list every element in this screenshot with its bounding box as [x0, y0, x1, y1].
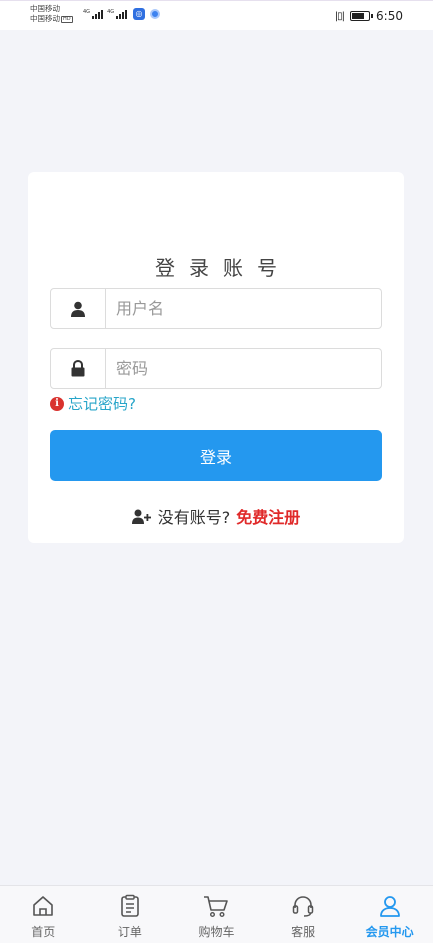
clock: 6:50 [376, 9, 403, 23]
nav-label-cart: 购物车 [198, 925, 235, 939]
username-group [50, 288, 382, 329]
register-row: 没有账号? 免费注册 [28, 504, 404, 528]
bottom-nav: 首页 订单 购物车 客服 会员中心 [0, 885, 433, 943]
cart-icon [203, 893, 229, 919]
notification-app-icon-2 [150, 9, 160, 19]
vibrate-icon: |▯| [334, 10, 345, 22]
nav-item-service[interactable]: 客服 [260, 886, 347, 943]
login-title: 登录账号 [155, 256, 291, 280]
status-right: |▯| 6:50 [335, 9, 403, 23]
info-icon: i [50, 396, 64, 411]
nav-label-home: 首页 [31, 925, 56, 939]
nav-item-orders[interactable]: 订单 [87, 886, 174, 943]
signal-strength-icon: 4G [83, 9, 104, 19]
status-bar: 中国移动 中国移动 HD 4G 4G ◎ |▯| 6:50 [0, 0, 433, 30]
password-group [50, 348, 382, 389]
signal-strength-icon-2: 4G [107, 9, 128, 19]
home-icon [30, 893, 56, 919]
headset-icon [290, 893, 316, 919]
battery-icon [350, 11, 374, 21]
password-input[interactable] [106, 349, 381, 388]
no-account-text: 没有账号? [157, 508, 231, 527]
nav-label-orders: 订单 [117, 925, 142, 939]
password-addon [51, 349, 106, 388]
notification-app-icon: ◎ [133, 8, 145, 20]
user-icon [71, 301, 85, 317]
carrier-name-2: 中国移动 [30, 14, 60, 23]
nav-item-home[interactable]: 首页 [0, 886, 87, 943]
username-addon [51, 289, 106, 328]
lock-icon [71, 360, 85, 377]
login-button[interactable]: 登录 [50, 430, 382, 481]
member-icon [377, 893, 403, 919]
signal-indicators: 4G 4G [83, 9, 128, 19]
nav-label-member: 会员中心 [365, 925, 414, 939]
login-page: 中国移动 中国移动 HD 4G 4G ◎ |▯| 6:50 登录账号 用户名 i… [0, 0, 433, 943]
nav-item-cart[interactable]: 购物车 [173, 886, 260, 943]
signal-tag-2: 4G [107, 9, 115, 15]
nav-label-service: 客服 [291, 925, 316, 939]
carrier-name-1: 中国移动 [30, 4, 60, 13]
user-plus-icon [131, 509, 151, 524]
order-icon [117, 893, 143, 919]
username-input[interactable] [106, 289, 381, 328]
nav-item-member[interactable]: 会员中心 [346, 886, 433, 943]
forgot-password-label: 忘记密码? [68, 395, 136, 413]
carrier-info: 中国移动 中国移动 HD [30, 4, 73, 24]
hd-badge: HD [61, 15, 73, 23]
login-card: 登录账号 i 忘记密码? 登录 [28, 172, 404, 543]
register-link[interactable]: 免费注册 [236, 504, 300, 528]
forgot-password-link[interactable]: i 忘记密码? [50, 393, 136, 414]
signal-tag: 4G [83, 9, 91, 15]
